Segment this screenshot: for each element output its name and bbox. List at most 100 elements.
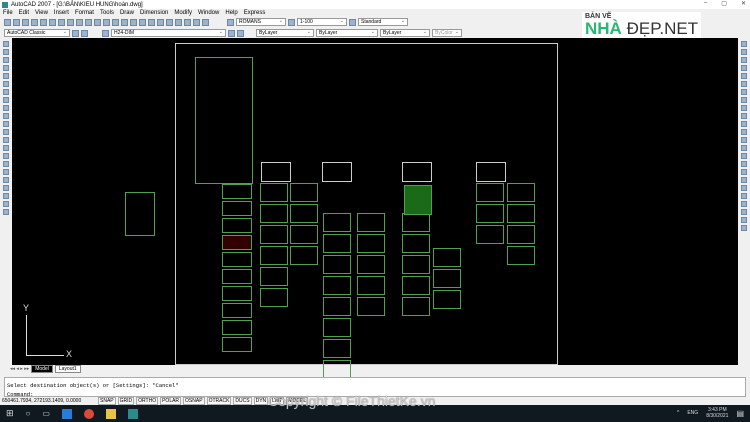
tool-icon[interactable] [3,177,9,183]
properties-icon[interactable] [148,18,155,26]
tool-icon[interactable] [3,185,9,191]
table-style-select[interactable]: Standard [358,18,408,26]
tool-icon[interactable] [741,145,747,151]
maximize-button[interactable]: ▢ [721,0,727,7]
match-properties-icon[interactable] [85,18,92,26]
tool-icon[interactable] [741,121,747,127]
tool-icon[interactable] [741,177,747,183]
zoom-window-icon[interactable] [130,18,137,26]
tool-palettes-icon[interactable] [166,18,173,26]
print-icon[interactable] [31,18,38,26]
tool-icon[interactable] [3,129,9,135]
publish-icon[interactable] [49,18,56,26]
ducs-toggle[interactable]: DUCS [233,397,252,405]
plotstyle-select[interactable]: ByColor [432,29,462,37]
calculator-icon[interactable] [193,18,200,26]
tab-model[interactable]: Model [31,365,53,373]
tool-icon[interactable] [741,41,747,47]
tool-icon[interactable] [3,153,9,159]
workspace-select[interactable]: AutoCAD Classic [4,29,70,37]
copy-icon[interactable] [67,18,74,26]
tool-icon[interactable] [741,129,747,135]
linetype-select[interactable]: ByLayer [316,29,378,37]
app-icon[interactable] [61,408,72,419]
tool-icon[interactable] [3,113,9,119]
tool-icon[interactable] [741,105,747,111]
make-layer-current-icon[interactable] [228,29,235,37]
tool-icon[interactable] [741,113,747,119]
tool-icon[interactable] [3,137,9,143]
tool-icon[interactable] [741,49,747,55]
preview-icon[interactable] [40,18,47,26]
tool-icon[interactable] [741,225,747,231]
tool-icon[interactable] [3,201,9,207]
redo-icon[interactable] [103,18,110,26]
dyn-toggle[interactable]: DYN [253,397,269,405]
pan-icon[interactable] [112,18,119,26]
tool-icon[interactable] [741,169,747,175]
task-view-icon[interactable]: ▭ [42,409,50,418]
osnap-toggle[interactable]: OSNAP [183,397,205,405]
menu-express[interactable]: Express [244,10,266,16]
zoom-previous-icon[interactable] [139,18,146,26]
cut-icon[interactable] [58,18,65,26]
menu-draw[interactable]: Draw [120,10,134,16]
tool-icon[interactable] [741,201,747,207]
workspace-icon[interactable] [81,29,88,37]
otrack-toggle[interactable]: OTRACK [206,397,232,405]
tool-icon[interactable] [741,65,747,71]
tool-icon[interactable] [3,145,9,151]
tool-icon[interactable] [3,97,9,103]
zoom-realtime-icon[interactable] [121,18,128,26]
lineweight-select[interactable]: ByLayer [380,29,430,37]
new-icon[interactable] [4,18,11,26]
paste-icon[interactable] [76,18,83,26]
tool-icon[interactable] [741,185,747,191]
menu-help[interactable]: Help [225,10,237,16]
tool-icon[interactable] [741,193,747,199]
tool-icon[interactable] [741,217,747,223]
tool-icon[interactable] [3,209,9,215]
drawing-canvas[interactable]: Y X [12,38,738,379]
tool-icon[interactable] [3,105,9,111]
design-center-icon[interactable] [157,18,164,26]
tool-icon[interactable] [3,81,9,87]
open-icon[interactable] [13,18,20,26]
help-icon[interactable] [202,18,209,26]
tab-navigation-icon[interactable]: ◂◂ ◂ ▸ ▸▸ [10,366,29,372]
menu-file[interactable]: File [3,10,13,16]
tool-icon[interactable] [3,73,9,79]
autocad-taskbar-icon[interactable] [127,408,138,419]
tool-icon[interactable] [741,161,747,167]
clock[interactable]: 3:43 PM 8/30/2021 [706,407,728,419]
menu-dimension[interactable]: Dimension [140,10,168,16]
workspace-settings-icon[interactable] [72,29,79,37]
layer-manager-icon[interactable] [102,29,109,37]
tool-icon[interactable] [741,97,747,103]
tool-icon[interactable] [741,73,747,79]
tray-chevron-icon[interactable]: ^ [677,410,679,416]
close-button[interactable]: ✕ [741,0,746,7]
tool-icon[interactable] [3,49,9,55]
tool-icon[interactable] [3,169,9,175]
save-icon[interactable] [22,18,29,26]
dim-style-select[interactable]: 1-100 [297,18,347,26]
tool-icon[interactable] [3,161,9,167]
chrome-icon[interactable] [83,408,94,419]
tool-icon[interactable] [741,89,747,95]
tool-icon[interactable] [741,81,747,87]
undo-icon[interactable] [94,18,101,26]
tool-icon[interactable] [3,193,9,199]
tool-icon[interactable] [3,57,9,63]
tool-icon[interactable] [3,121,9,127]
menu-insert[interactable]: Insert [54,10,69,16]
sheet-set-icon[interactable] [175,18,182,26]
language-indicator[interactable]: ENG [687,410,698,416]
tool-icon[interactable] [741,57,747,63]
menu-edit[interactable]: Edit [19,10,29,16]
color-select[interactable]: ByLayer [256,29,314,37]
tool-icon[interactable] [741,209,747,215]
layer-previous-icon[interactable] [237,29,244,37]
tab-layout1[interactable]: Layout1 [54,365,81,373]
tool-icon[interactable] [3,41,9,47]
